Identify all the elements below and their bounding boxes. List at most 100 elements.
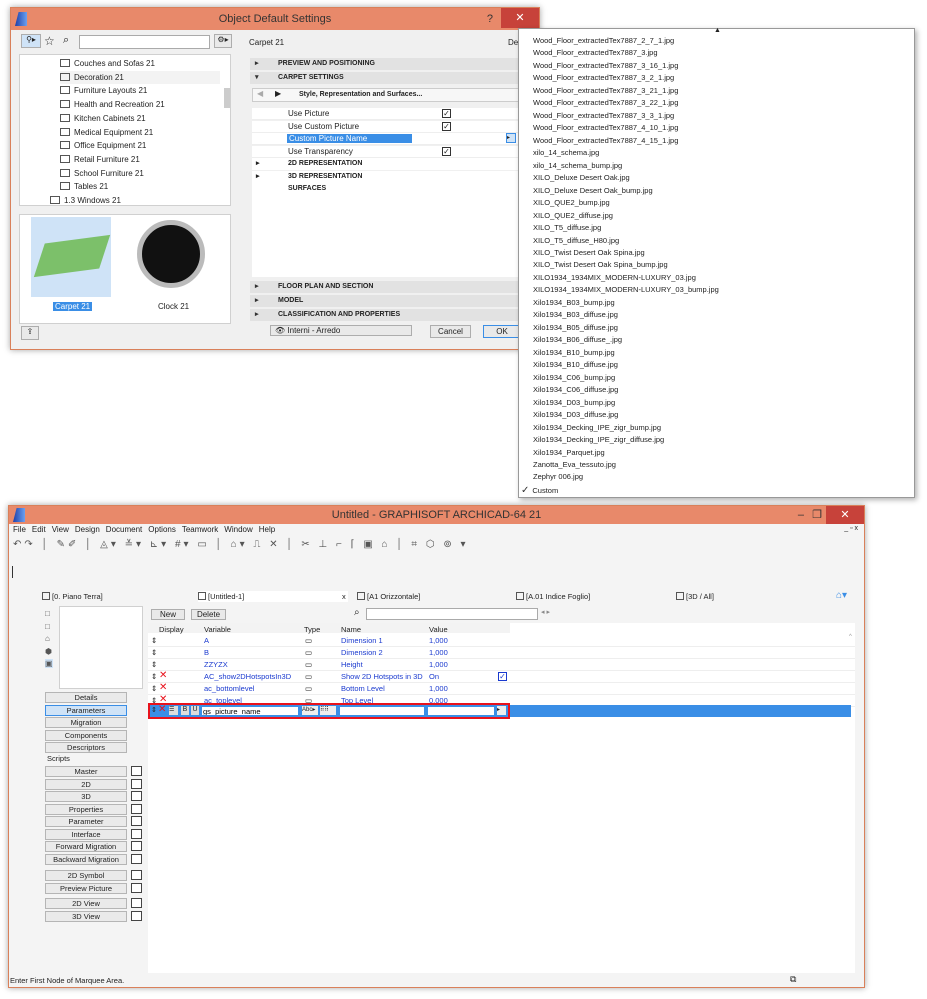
column-header[interactable]: Name <box>341 625 361 634</box>
parameter-search-input[interactable] <box>366 608 538 620</box>
script-window-icon[interactable] <box>131 870 142 880</box>
menu-teamwork[interactable]: Teamwork <box>182 525 218 534</box>
hidden-x-icon[interactable]: ✕ <box>159 682 167 693</box>
dropdown-item[interactable]: Wood_Floor_extractedTex7887_3_21_1.jpg <box>533 86 678 95</box>
script-window-icon[interactable] <box>131 910 142 921</box>
folder-item[interactable]: Kitchen Cabinets 21 <box>60 112 200 125</box>
name-cell[interactable]: Dimension 2 <box>341 648 383 657</box>
dropdown-item[interactable]: Xilo1934_B03_diffuse.jpg <box>533 310 618 319</box>
folder-item[interactable]: 1.3 Windows 21 <box>50 194 190 207</box>
dropdown-item[interactable]: XILO_T5_diffuse_H80.jpg <box>533 236 619 245</box>
side-button-components[interactable]: Components <box>45 729 127 741</box>
library-search-input[interactable] <box>79 35 210 49</box>
column-header[interactable]: Display <box>159 625 184 634</box>
column-header[interactable]: Variable <box>204 625 231 634</box>
script-window-icon[interactable] <box>131 791 142 801</box>
script-button[interactable]: 2D <box>45 778 127 790</box>
dropdown-item[interactable]: XILO_QUE2_diffuse.jpg <box>533 211 613 220</box>
dropdown-item[interactable]: XILO1934_1934MIX_MODERN-LUXURY_03.jpg <box>533 273 696 282</box>
script-button[interactable]: 3D View <box>45 910 127 922</box>
script-button[interactable]: Backward Migration <box>45 853 127 865</box>
table-row[interactable] <box>148 647 855 659</box>
parameter-row[interactable]: Custom Picture Name ▸ <box>252 133 520 145</box>
delete-button[interactable]: Delete <box>191 609 226 620</box>
value-cell[interactable]: 1,000 <box>429 636 448 645</box>
column-header[interactable]: Type <box>304 625 320 634</box>
tab-close-button[interactable]: x <box>342 591 346 602</box>
help-button[interactable]: ? <box>487 8 493 30</box>
tab-item[interactable]: [A1 Orizzontale] <box>357 591 507 602</box>
dropdown-item[interactable]: Wood_Floor_extractedTex7887_3_22_1.jpg <box>533 98 678 107</box>
drag-handle-icon[interactable]: ⇕ <box>151 672 157 681</box>
dropdown-item[interactable]: XILO_Deluxe Desert Oak.jpg <box>533 173 630 182</box>
menu-edit[interactable]: Edit <box>32 525 46 534</box>
dropdown-item[interactable]: Wood_Floor_extractedTex7887_3_16_1.jpg <box>533 61 678 70</box>
script-button[interactable]: Preview Picture <box>45 882 127 894</box>
subsection-0[interactable]: ▸ 2D REPRESENTATION <box>252 158 520 170</box>
script-button[interactable]: Parameter <box>45 816 127 827</box>
next-page-button[interactable]: ▶ <box>275 89 281 98</box>
close-main-button[interactable]: ✕ <box>826 506 864 524</box>
table-row[interactable] <box>148 635 855 647</box>
separator-icon[interactable]: ☰ <box>169 706 178 715</box>
folder-tree-scrollbar[interactable] <box>224 88 230 108</box>
prev-page-button[interactable]: ◀ <box>257 89 263 98</box>
mdi-controls[interactable]: _ ▫ x <box>844 525 858 532</box>
menu-view[interactable]: View <box>52 525 69 534</box>
dropdown-item[interactable]: Wood_Floor_extractedTex7887_3_3_1.jpg <box>533 111 674 120</box>
script-window-icon[interactable] <box>131 766 142 776</box>
type-select[interactable]: Abc▸ <box>302 706 318 715</box>
dropdown-item[interactable]: xilo_14_schema.jpg <box>533 148 599 157</box>
array-icon[interactable]: ⠿⠿ <box>320 706 336 715</box>
name-cell[interactable]: Height <box>341 660 363 669</box>
close-button[interactable]: ✕ <box>501 8 539 28</box>
dropdown-item[interactable]: Xilo1934_B10_diffuse.jpg <box>533 360 618 369</box>
dropdown-item[interactable]: Zanotta_Eva_tessuto.jpg <box>533 460 616 469</box>
section-preview-positioning[interactable]: ▸ PREVIEW AND POSITIONING <box>250 58 520 70</box>
name-cell[interactable]: Bottom Level <box>341 684 385 693</box>
drag-handle-icon[interactable]: ⇕ <box>151 684 157 693</box>
parameter-row[interactable]: Use Transparency ✓ <box>252 145 520 158</box>
value-cell[interactable]: 1,000 <box>429 648 448 657</box>
parameter-checkbox[interactable]: ✓ <box>442 109 451 118</box>
folder-item[interactable]: Office Equipment 21 <box>60 139 200 152</box>
dropdown-item[interactable]: xilo_14_schema_bump.jpg <box>533 161 622 170</box>
parameter-row[interactable]: Use Picture ✓ <box>252 108 520 120</box>
script-button[interactable]: 2D View <box>45 898 127 909</box>
name-cell[interactable]: Show 2D Hotspots in 3D <box>341 672 423 681</box>
tab-item[interactable]: [A.01 Indice Foglio] <box>516 591 666 602</box>
menu-document[interactable]: Document <box>106 525 142 534</box>
section-model[interactable]: ▸ MODEL <box>250 295 520 307</box>
folder-item[interactable]: Decoration 21 <box>60 70 220 84</box>
ok-button[interactable]: OK <box>483 325 521 338</box>
value-checkbox[interactable]: ✓ <box>498 672 507 681</box>
dropdown-item[interactable]: XILO1934_1934MIX_MODERN-LUXURY_03_bump.j… <box>533 285 719 294</box>
column-header[interactable]: Value <box>429 625 448 634</box>
name-cell[interactable]: Dimension 1 <box>341 636 383 645</box>
dropdown-item[interactable]: Xilo1934_B03_bump.jpg <box>533 298 615 307</box>
script-window-icon[interactable] <box>131 898 142 908</box>
picture-name-dropdown[interactable]: ▲ Wood_Floor_extractedTex7887_2_7_1.jpg W… <box>518 27 915 498</box>
side-button-descriptors[interactable]: Descriptors <box>45 742 127 753</box>
minimize-button[interactable]: – <box>798 506 804 524</box>
script-button[interactable]: Master <box>45 766 127 777</box>
dropdown-item[interactable]: Xilo1934_Parquet.jpg <box>533 448 605 457</box>
dropdown-item[interactable]: Xilo1934_D03_bump.jpg <box>533 398 615 407</box>
underline-toggle[interactable]: U <box>191 706 199 715</box>
script-window-icon[interactable] <box>131 803 142 814</box>
navigator-icon[interactable]: ⌂▾ <box>836 590 847 601</box>
tab-item[interactable]: [Untitled-1] x <box>198 591 348 602</box>
value-cell[interactable]: 1,000 <box>429 660 448 669</box>
dropdown-item[interactable]: Wood_Floor_extractedTex7887_4_10_1.jpg <box>533 123 678 132</box>
table-scroll-up[interactable]: ^ <box>849 634 852 640</box>
thumbnail-clock[interactable] <box>137 220 205 288</box>
display-drag-icon[interactable]: ⇕ <box>151 706 157 714</box>
layer-select[interactable]: 👁 Interni - Arredo <box>270 325 412 336</box>
variable-cell[interactable]: A <box>204 636 209 645</box>
dropdown-item[interactable]: Xilo1934_Decking_IPE_zigr_bump.jpg <box>533 423 661 432</box>
new-button[interactable]: New <box>151 609 185 620</box>
page-select[interactable]: Style, Representation and Surfaces... <box>299 91 422 98</box>
variable-cell[interactable]: ac_bottomlevel <box>204 684 254 693</box>
side-button-migration[interactable]: Migration <box>45 717 127 728</box>
section-floor-plan[interactable]: ▸ FLOOR PLAN AND SECTION <box>250 281 520 293</box>
